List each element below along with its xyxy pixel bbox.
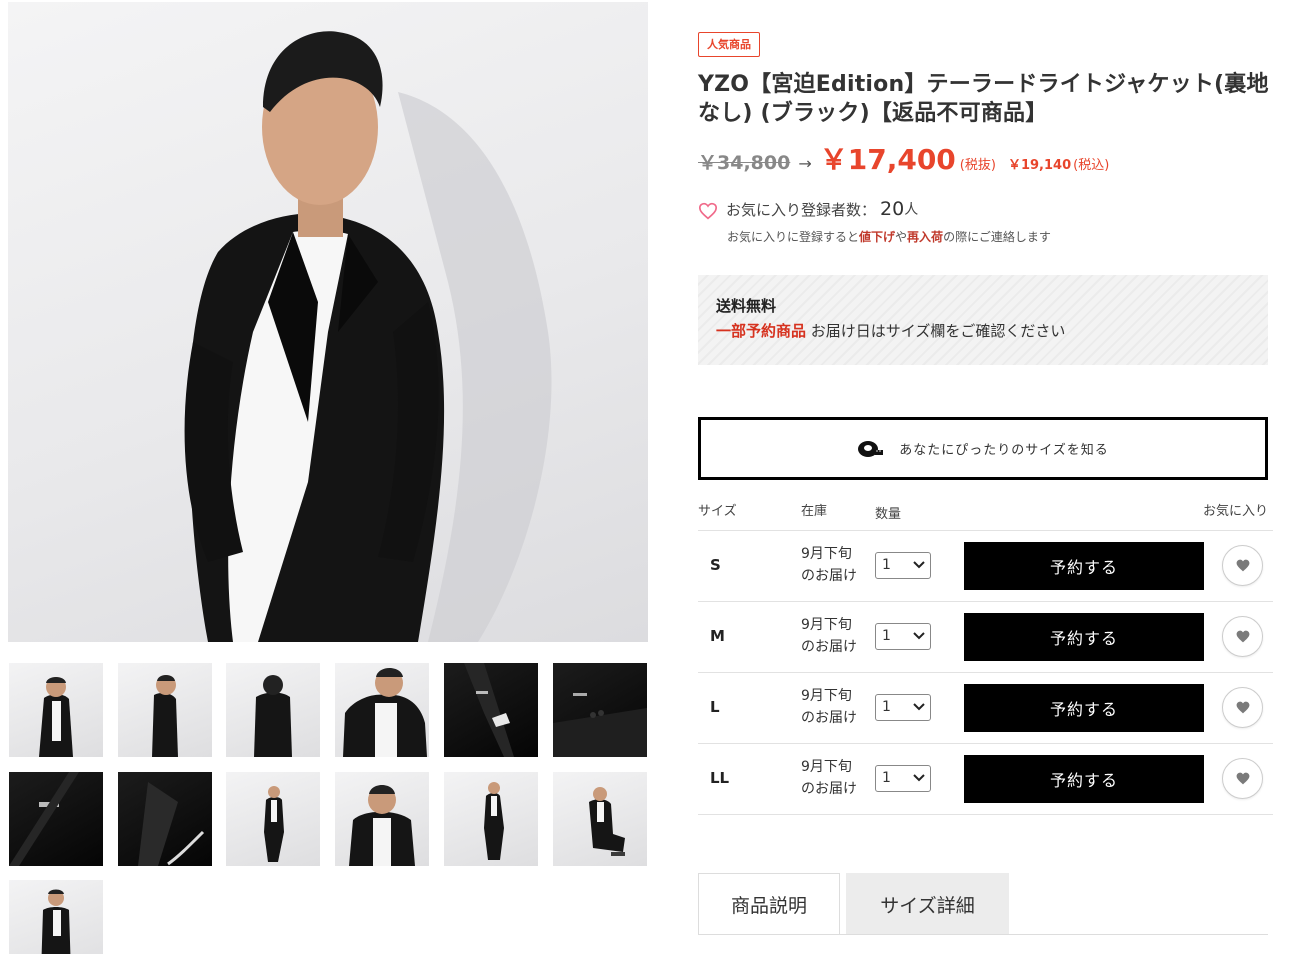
favorite-note-prefix: お気に入りに登録すると	[727, 230, 860, 244]
thumbnail-1[interactable]	[9, 663, 103, 757]
favorite-button[interactable]	[1222, 687, 1263, 728]
size-finder-label: あなたにぴったりのサイズを知る	[899, 443, 1109, 458]
reserve-button[interactable]: 予約する	[964, 613, 1204, 661]
main-product-photo	[8, 2, 648, 642]
original-price: ￥34,800	[698, 152, 791, 174]
stock-line-2: のお届け	[801, 639, 857, 655]
stock-status: 9月下旬のお届け	[801, 543, 857, 587]
favorite-note-suffix: の際にご連絡します	[943, 230, 1051, 244]
tab-product-description[interactable]: 商品説明	[698, 873, 840, 935]
stock-line-1: 9月下旬	[801, 688, 852, 704]
stock-line-1: 9月下旬	[801, 759, 852, 775]
size-label: L	[710, 698, 720, 716]
quantity-value: 1	[882, 557, 891, 573]
quantity-value: 1	[882, 699, 891, 715]
preorder-label: 一部予約商品	[716, 322, 807, 340]
popular-item-badge: 人気商品	[698, 32, 760, 57]
favorite-button[interactable]	[1222, 545, 1263, 586]
size-column-header: サイズ	[698, 504, 737, 519]
heart-outline-icon	[698, 202, 718, 220]
row-divider	[698, 601, 1273, 602]
favorite-note-price-down: 値下げ	[859, 230, 896, 244]
heart-icon	[1236, 559, 1249, 572]
stock-line-2: のお届け	[801, 710, 857, 726]
stock-column-header: 在庫	[801, 504, 828, 519]
chevron-down-icon	[913, 632, 925, 640]
reserve-button[interactable]: 予約する	[964, 542, 1204, 590]
favorite-count-row: お気に入り登録者数： 20 人	[698, 198, 918, 220]
favorite-column-header: お気に入り	[1203, 504, 1269, 519]
thumbnail-4[interactable]	[335, 663, 429, 757]
quantity-select[interactable]: 1	[875, 552, 931, 579]
reserve-button[interactable]: 予約する	[964, 684, 1204, 732]
quantity-select[interactable]: 1	[875, 623, 931, 650]
favorite-count-label: お気に入り登録者数：	[726, 200, 877, 219]
stock-status: 9月下旬のお届け	[801, 685, 857, 729]
favorite-note-mid: や	[895, 230, 908, 244]
chevron-down-icon	[913, 774, 925, 782]
sale-price: ￥17,400	[819, 143, 956, 176]
free-shipping-label: 送料無料	[716, 297, 777, 315]
heart-icon	[1236, 701, 1249, 714]
reserve-button[interactable]: 予約する	[964, 755, 1204, 803]
tape-measure-icon	[858, 440, 884, 457]
tax-included-price: ￥19,140	[1007, 158, 1072, 173]
thumbnail-7[interactable]	[9, 772, 103, 866]
heart-icon	[1236, 630, 1249, 643]
product-title: YZO【宮迫Edition】テーラードライトジャケット(裏地なし) (ブラック)…	[698, 72, 1269, 126]
thumbnail-11[interactable]	[444, 772, 538, 866]
size-label: LL	[710, 769, 730, 787]
thumbnail-10[interactable]	[335, 772, 429, 866]
thumbnail-13[interactable]	[9, 880, 103, 954]
favorite-button[interactable]	[1222, 616, 1263, 657]
tax-excluded-note: (税抜)	[959, 158, 996, 173]
thumbnail-9[interactable]	[226, 772, 320, 866]
tax-included-note: (税込)	[1073, 158, 1110, 173]
tab-divider	[698, 934, 1268, 935]
quantity-select[interactable]: 1	[875, 765, 931, 792]
quantity-value: 1	[882, 628, 891, 644]
thumbnail-8[interactable]	[118, 772, 212, 866]
price-row: ￥34,800 → ￥17,400 (税抜) ￥19,140 (税込)	[698, 138, 1110, 176]
favorite-note: お気に入りに登録すると値下げや再入荷の際にご連絡します	[727, 228, 1051, 245]
favorite-note-restock: 再入荷	[907, 230, 944, 244]
thumbnail-3[interactable]	[226, 663, 320, 757]
row-divider	[698, 530, 1273, 531]
thumbnail-6[interactable]	[553, 663, 647, 757]
stock-line-1: 9月下旬	[801, 617, 852, 633]
favorite-count-value: 20	[880, 198, 905, 220]
favorite-button[interactable]	[1222, 758, 1263, 799]
stock-line-2: のお届け	[801, 781, 857, 797]
size-finder-button[interactable]: あなたにぴったりのサイズを知る	[698, 417, 1268, 480]
row-divider	[698, 743, 1273, 744]
preorder-note-text: お届け日はサイズ欄をご確認ください	[810, 322, 1066, 340]
stock-status: 9月下旬のお届け	[801, 756, 857, 800]
size-label: M	[710, 627, 725, 645]
stock-line-1: 9月下旬	[801, 546, 852, 562]
stock-status: 9月下旬のお届け	[801, 614, 857, 658]
thumbnail-12[interactable]	[553, 772, 647, 866]
heart-icon	[1236, 772, 1249, 785]
price-arrow: →	[798, 154, 812, 173]
thumbnail-2[interactable]	[118, 663, 212, 757]
thumbnail-5[interactable]	[444, 663, 538, 757]
row-divider	[698, 672, 1273, 673]
chevron-down-icon	[913, 561, 925, 569]
quantity-select[interactable]: 1	[875, 694, 931, 721]
row-divider	[698, 814, 1273, 815]
quantity-column-header: 数量	[875, 507, 902, 522]
stock-line-2: のお届け	[801, 568, 857, 584]
favorite-count-unit: 人	[904, 202, 919, 218]
tab-size-details[interactable]: サイズ詳細	[846, 873, 1009, 935]
preorder-note: 一部予約商品 お届け日はサイズ欄をご確認ください	[716, 320, 1250, 341]
chevron-down-icon	[913, 703, 925, 711]
quantity-value: 1	[882, 770, 891, 786]
shipping-info-box: 送料無料 一部予約商品 お届け日はサイズ欄をご確認ください	[698, 275, 1268, 365]
size-label: S	[710, 556, 721, 574]
